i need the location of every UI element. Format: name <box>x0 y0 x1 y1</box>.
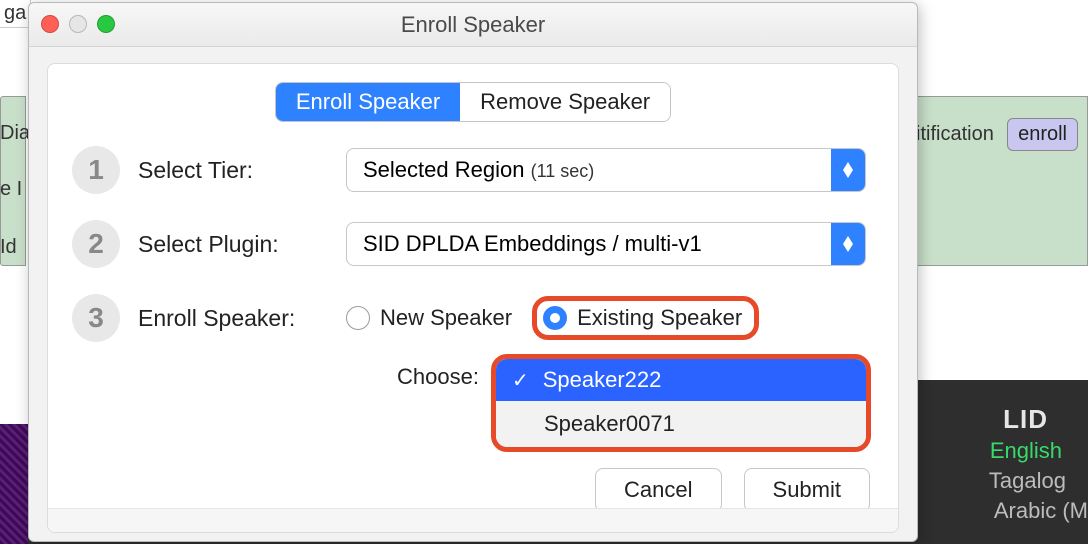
dialog-body: Enroll Speaker Remove Speaker 1 Select T… <box>47 63 899 533</box>
speaker-option-label: Speaker222 <box>543 367 662 393</box>
dialog-title: Enroll Speaker <box>29 12 917 38</box>
radio-on-icon <box>543 306 567 330</box>
lid-lang-arabic: Arabic (M <box>994 498 1088 524</box>
step-3-label: Enroll Speaker: <box>138 305 328 332</box>
enroll-badge[interactable]: enroll <box>1007 118 1078 151</box>
tab-switcher: Enroll Speaker Remove Speaker <box>275 82 671 122</box>
bg-text-dia: Dia <box>0 122 30 145</box>
choose-label: Choose: <box>397 354 483 390</box>
plugin-select-value: SID DPLDA Embeddings / multi-v1 <box>347 231 831 257</box>
lid-lang-english: English <box>990 438 1062 464</box>
check-icon: ✓ <box>512 368 529 393</box>
zoom-icon[interactable] <box>97 15 115 33</box>
titlebar: Enroll Speaker <box>29 3 917 47</box>
tier-select[interactable]: Selected Region (11 sec) <box>346 148 866 192</box>
close-icon[interactable] <box>41 15 59 33</box>
cancel-button[interactable]: Cancel <box>595 468 721 512</box>
bg-text-id: Id <box>0 236 17 259</box>
step-1-badge: 1 <box>72 146 120 194</box>
tier-select-value: Selected Region (11 sec) <box>347 157 831 183</box>
speaker-option-selected[interactable]: ✓ Speaker222 <box>496 359 866 401</box>
tab-enroll[interactable]: Enroll Speaker <box>276 83 460 121</box>
radio-off-icon <box>346 306 370 330</box>
tier-main: Selected Region <box>363 157 524 182</box>
bg-text-e: e I <box>0 178 22 201</box>
speaker-option[interactable]: Speaker0071 <box>496 401 866 447</box>
chevrons-icon <box>831 149 865 191</box>
submit-button[interactable]: Submit <box>744 468 870 512</box>
bg-text-ga: ga <box>0 0 31 28</box>
radio-new-label: New Speaker <box>380 305 512 331</box>
step-3-badge: 3 <box>72 294 120 342</box>
plugin-select[interactable]: SID DPLDA Embeddings / multi-v1 <box>346 222 866 266</box>
chevrons-icon <box>831 223 865 265</box>
enroll-speaker-dialog: Enroll Speaker Enroll Speaker Remove Spe… <box>28 2 918 542</box>
lid-lang-tagalog: Tagalog <box>989 468 1066 494</box>
tier-sub: (11 sec) <box>531 161 595 181</box>
tab-remove[interactable]: Remove Speaker <box>460 83 670 121</box>
radio-new-speaker[interactable]: New Speaker <box>346 305 512 331</box>
radio-existing-speaker[interactable]: Existing Speaker <box>532 296 759 340</box>
bg-text-itification: itification <box>916 123 994 146</box>
lid-heading: LID <box>1003 404 1048 435</box>
radio-existing-label: Existing Speaker <box>577 305 742 331</box>
waveform-thumbnail <box>0 424 28 544</box>
step-2-badge: 2 <box>72 220 120 268</box>
step-2-label: Select Plugin: <box>138 231 328 258</box>
step-1-label: Select Tier: <box>138 157 328 184</box>
pane-footer-strip <box>48 508 898 532</box>
speaker-dropdown[interactable]: ✓ Speaker222 Speaker0071 <box>491 354 871 452</box>
minimize-icon <box>69 15 87 33</box>
